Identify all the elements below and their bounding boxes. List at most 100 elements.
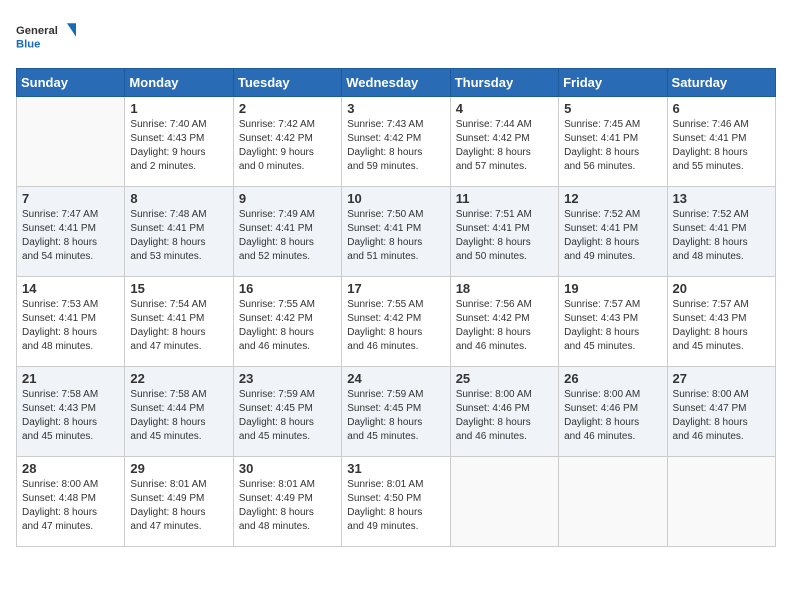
- day-number: 29: [130, 461, 227, 476]
- day-number: 20: [673, 281, 770, 296]
- weekday-header: Thursday: [450, 69, 558, 97]
- calendar-day-cell: 28 Sunrise: 8:00 AM Sunset: 4:48 PM Dayli…: [17, 457, 125, 547]
- day-number: 3: [347, 101, 444, 116]
- calendar-table: SundayMondayTuesdayWednesdayThursdayFrid…: [16, 68, 776, 547]
- calendar-week-row: 14 Sunrise: 7:53 AM Sunset: 4:41 PM Dayli…: [17, 277, 776, 367]
- day-info: Sunrise: 7:56 AM Sunset: 4:42 PM Dayligh…: [456, 298, 553, 354]
- calendar-day-cell: 23 Sunrise: 7:59 AM Sunset: 4:45 PM Dayli…: [233, 367, 341, 457]
- calendar-day-cell: 29 Sunrise: 8:01 AM Sunset: 4:49 PM Dayli…: [125, 457, 233, 547]
- calendar-day-cell: 17Sunrise: 7:55 AM Sunset: 4:42 PM Dayli…: [342, 277, 450, 367]
- svg-text:Blue: Blue: [16, 38, 40, 50]
- weekday-header: Wednesday: [342, 69, 450, 97]
- day-number: 23: [239, 371, 336, 386]
- calendar-day-cell: 11 Sunrise: 7:51 AM Sunset: 4:41 PM Dayli…: [450, 187, 558, 277]
- day-number: 2: [239, 101, 336, 116]
- day-info: Sunrise: 7:58 AM Sunset: 4:44 PM Dayligh…: [130, 388, 227, 444]
- weekday-header: Tuesday: [233, 69, 341, 97]
- day-number: 10: [347, 191, 444, 206]
- day-info: Sunrise: 7:59 AM Sunset: 4:45 PM Dayligh…: [239, 388, 336, 444]
- calendar-day-cell: 16 Sunrise: 7:55 AM Sunset: 4:42 PM Dayli…: [233, 277, 341, 367]
- calendar-day-cell: 9 Sunrise: 7:49 AM Sunset: 4:41 PM Daylig…: [233, 187, 341, 277]
- calendar-day-cell: 6Sunrise: 7:46 AM Sunset: 4:41 PM Daylig…: [667, 97, 775, 187]
- calendar-day-cell: 19Sunrise: 7:57 AM Sunset: 4:43 PM Dayli…: [559, 277, 667, 367]
- day-number: 5: [564, 101, 661, 116]
- calendar-day-cell: 21 Sunrise: 7:58 AM Sunset: 4:43 PM Dayli…: [17, 367, 125, 457]
- calendar-day-cell: 26Sunrise: 8:00 AM Sunset: 4:46 PM Dayli…: [559, 367, 667, 457]
- logo: General Blue: [16, 16, 76, 56]
- calendar-day-cell: 18Sunrise: 7:56 AM Sunset: 4:42 PM Dayli…: [450, 277, 558, 367]
- day-number: 31: [347, 461, 444, 476]
- day-info: Sunrise: 8:00 AM Sunset: 4:47 PM Dayligh…: [673, 388, 770, 444]
- day-info: Sunrise: 8:00 AM Sunset: 4:48 PM Dayligh…: [22, 478, 119, 534]
- day-number: 12: [564, 191, 661, 206]
- day-number: 6: [673, 101, 770, 116]
- day-number: 15: [130, 281, 227, 296]
- day-info: Sunrise: 7:58 AM Sunset: 4:43 PM Dayligh…: [22, 388, 119, 444]
- day-number: 11: [456, 191, 553, 206]
- calendar-day-cell: 25 Sunrise: 8:00 AM Sunset: 4:46 PM Dayli…: [450, 367, 558, 457]
- day-number: 7: [22, 191, 119, 206]
- day-number: 28: [22, 461, 119, 476]
- weekday-header: Monday: [125, 69, 233, 97]
- day-info: Sunrise: 7:53 AM Sunset: 4:41 PM Dayligh…: [22, 298, 119, 354]
- day-info: Sunrise: 7:54 AM Sunset: 4:41 PM Dayligh…: [130, 298, 227, 354]
- calendar-day-cell: [559, 457, 667, 547]
- calendar-week-row: 7 Sunrise: 7:47 AM Sunset: 4:41 PM Daylig…: [17, 187, 776, 277]
- day-info: Sunrise: 7:57 AM Sunset: 4:43 PM Dayligh…: [673, 298, 770, 354]
- day-number: 16: [239, 281, 336, 296]
- calendar-day-cell: 2 Sunrise: 7:42 AM Sunset: 4:42 PM Daylig…: [233, 97, 341, 187]
- calendar-day-cell: 14 Sunrise: 7:53 AM Sunset: 4:41 PM Dayli…: [17, 277, 125, 367]
- day-info: Sunrise: 7:52 AM Sunset: 4:41 PM Dayligh…: [564, 208, 661, 264]
- calendar-day-cell: [450, 457, 558, 547]
- day-number: 26: [564, 371, 661, 386]
- day-info: Sunrise: 7:40 AM Sunset: 4:43 PM Dayligh…: [130, 118, 227, 174]
- day-info: Sunrise: 7:59 AM Sunset: 4:45 PM Dayligh…: [347, 388, 444, 444]
- day-info: Sunrise: 8:01 AM Sunset: 4:49 PM Dayligh…: [239, 478, 336, 534]
- day-number: 30: [239, 461, 336, 476]
- calendar-day-cell: 15 Sunrise: 7:54 AM Sunset: 4:41 PM Dayli…: [125, 277, 233, 367]
- weekday-header: Friday: [559, 69, 667, 97]
- day-number: 27: [673, 371, 770, 386]
- calendar-day-cell: 3Sunrise: 7:43 AM Sunset: 4:42 PM Daylig…: [342, 97, 450, 187]
- day-number: 9: [239, 191, 336, 206]
- day-info: Sunrise: 7:51 AM Sunset: 4:41 PM Dayligh…: [456, 208, 553, 264]
- weekday-header: Saturday: [667, 69, 775, 97]
- calendar-day-cell: 12 Sunrise: 7:52 AM Sunset: 4:41 PM Dayli…: [559, 187, 667, 277]
- calendar-day-cell: 31 Sunrise: 8:01 AM Sunset: 4:50 PM Dayli…: [342, 457, 450, 547]
- day-info: Sunrise: 7:50 AM Sunset: 4:41 PM Dayligh…: [347, 208, 444, 264]
- calendar-day-cell: [17, 97, 125, 187]
- day-info: Sunrise: 7:48 AM Sunset: 4:41 PM Dayligh…: [130, 208, 227, 264]
- day-info: Sunrise: 7:55 AM Sunset: 4:42 PM Dayligh…: [239, 298, 336, 354]
- day-info: Sunrise: 7:45 AM Sunset: 4:41 PM Dayligh…: [564, 118, 661, 174]
- day-number: 14: [22, 281, 119, 296]
- day-number: 21: [22, 371, 119, 386]
- calendar-day-cell: 8 Sunrise: 7:48 AM Sunset: 4:41 PM Daylig…: [125, 187, 233, 277]
- calendar-day-cell: 22Sunrise: 7:58 AM Sunset: 4:44 PM Dayli…: [125, 367, 233, 457]
- day-info: Sunrise: 7:57 AM Sunset: 4:43 PM Dayligh…: [564, 298, 661, 354]
- day-info: Sunrise: 7:42 AM Sunset: 4:42 PM Dayligh…: [239, 118, 336, 174]
- day-number: 4: [456, 101, 553, 116]
- calendar-day-cell: 30 Sunrise: 8:01 AM Sunset: 4:49 PM Dayli…: [233, 457, 341, 547]
- page-header: General Blue: [16, 16, 776, 56]
- svg-text:General: General: [16, 25, 58, 37]
- day-info: Sunrise: 8:01 AM Sunset: 4:50 PM Dayligh…: [347, 478, 444, 534]
- calendar-day-cell: 1 Sunrise: 7:40 AM Sunset: 4:43 PM Daylig…: [125, 97, 233, 187]
- day-number: 1: [130, 101, 227, 116]
- calendar-day-cell: [667, 457, 775, 547]
- calendar-day-cell: 24Sunrise: 7:59 AM Sunset: 4:45 PM Dayli…: [342, 367, 450, 457]
- day-number: 8: [130, 191, 227, 206]
- day-number: 25: [456, 371, 553, 386]
- day-number: 13: [673, 191, 770, 206]
- calendar-day-cell: 13Sunrise: 7:52 AM Sunset: 4:41 PM Dayli…: [667, 187, 775, 277]
- day-number: 17: [347, 281, 444, 296]
- calendar-week-row: 28 Sunrise: 8:00 AM Sunset: 4:48 PM Dayli…: [17, 457, 776, 547]
- calendar-day-cell: 20 Sunrise: 7:57 AM Sunset: 4:43 PM Dayli…: [667, 277, 775, 367]
- day-info: Sunrise: 7:49 AM Sunset: 4:41 PM Dayligh…: [239, 208, 336, 264]
- weekday-header-row: SundayMondayTuesdayWednesdayThursdayFrid…: [17, 69, 776, 97]
- calendar-day-cell: 4Sunrise: 7:44 AM Sunset: 4:42 PM Daylig…: [450, 97, 558, 187]
- day-info: Sunrise: 8:01 AM Sunset: 4:49 PM Dayligh…: [130, 478, 227, 534]
- day-info: Sunrise: 7:47 AM Sunset: 4:41 PM Dayligh…: [22, 208, 119, 264]
- calendar-week-row: 1 Sunrise: 7:40 AM Sunset: 4:43 PM Daylig…: [17, 97, 776, 187]
- day-info: Sunrise: 8:00 AM Sunset: 4:46 PM Dayligh…: [456, 388, 553, 444]
- logo-svg: General Blue: [16, 16, 76, 56]
